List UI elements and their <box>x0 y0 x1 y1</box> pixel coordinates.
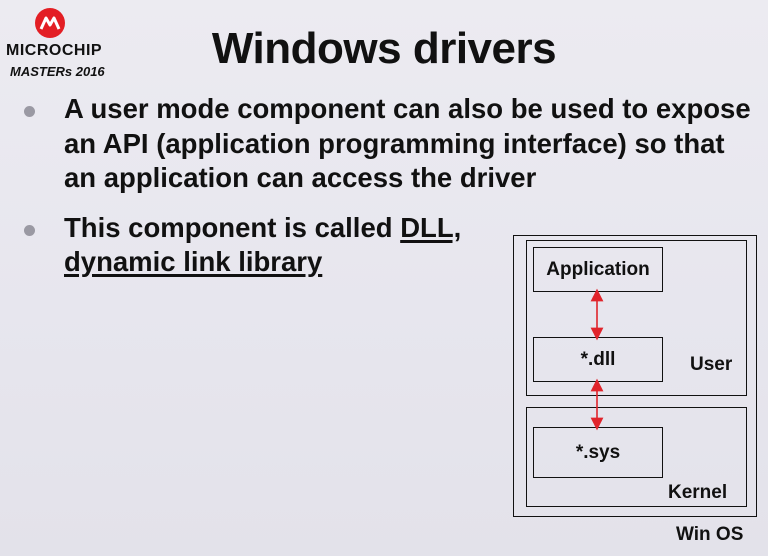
connector-arrows <box>590 288 604 431</box>
